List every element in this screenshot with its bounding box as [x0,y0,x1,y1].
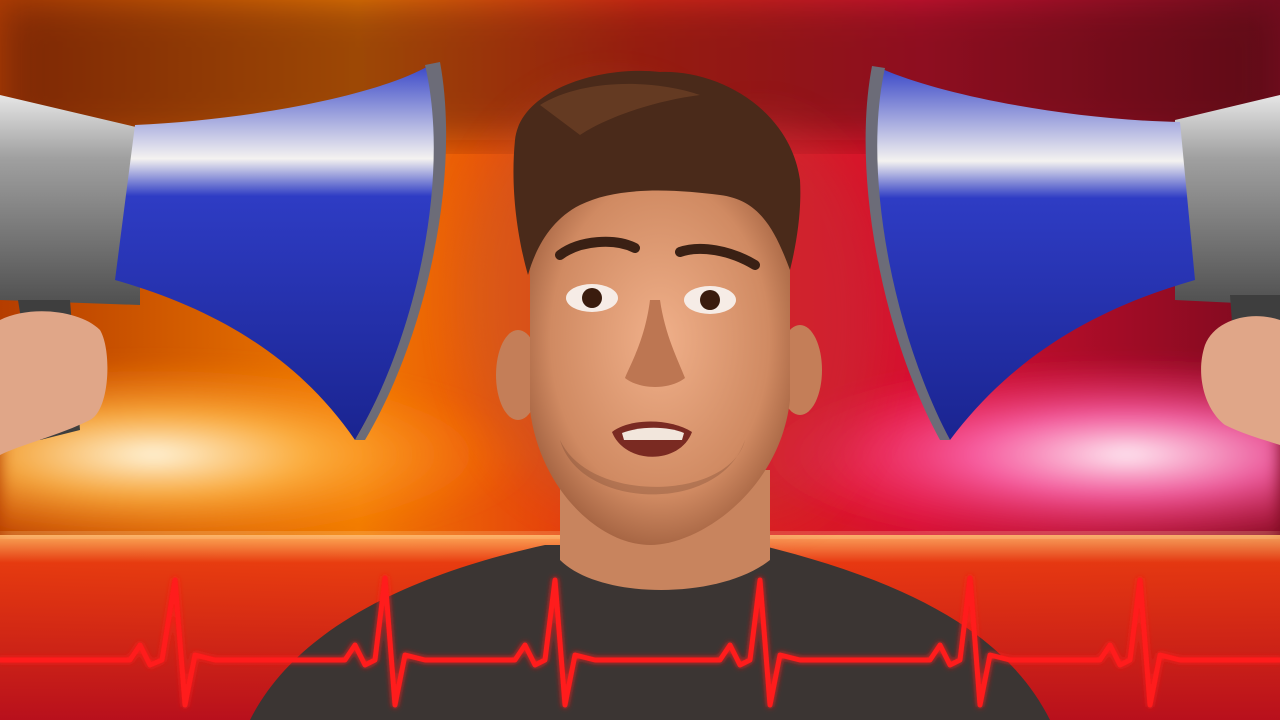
thumbnail-scene [0,0,1280,720]
right-pupil [700,290,720,310]
left-pupil [582,288,602,308]
scene-canvas [0,0,1280,720]
